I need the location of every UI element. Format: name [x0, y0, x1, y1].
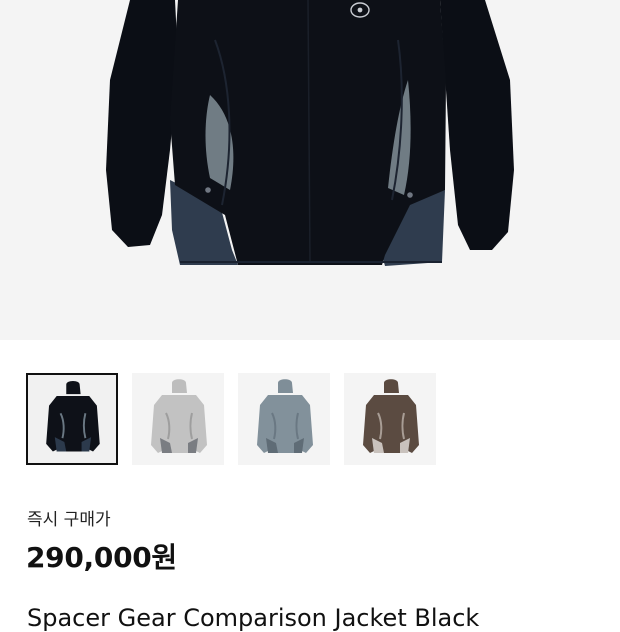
jacket-thumbnail-image	[151, 379, 207, 453]
buy-now-price-label: 즉시 구매가	[27, 510, 111, 530]
jacket-thumbnail-image	[363, 379, 419, 453]
thumbnail-blue-grey[interactable]	[238, 373, 330, 465]
product-title: Spacer Gear Comparison Jacket Black	[27, 604, 480, 632]
jacket-image	[106, 0, 514, 266]
product-hero-image[interactable]	[0, 0, 620, 340]
jacket-thumbnail-image	[46, 380, 100, 452]
thumbnail-light-grey[interactable]	[132, 373, 224, 465]
jacket-thumbnail-image	[257, 379, 313, 453]
thumbnail-black[interactable]	[26, 373, 118, 465]
thumbnail-brown[interactable]	[344, 373, 436, 465]
price-value: 290,000원	[26, 541, 177, 574]
